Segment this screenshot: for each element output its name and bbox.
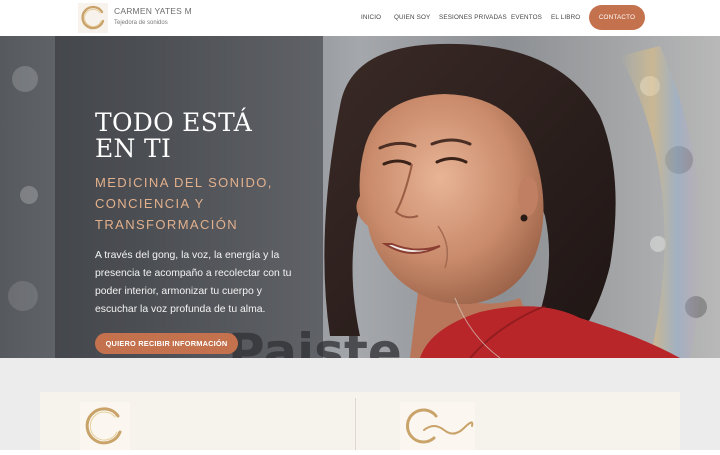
brand-tagline: Tejedora de sonidos [114,20,168,26]
service-card-1-image [80,402,130,450]
nav-item-quien-soy[interactable]: QUIEN SOY [394,14,430,21]
services-card [40,392,680,450]
nav-item-eventos[interactable]: EVENTOS [511,14,542,21]
hero-title: TODO ESTÁ EN TI [95,108,253,163]
contact-button[interactable]: CONTACTO [589,5,645,30]
nav-item-inicio[interactable]: INICIO [361,14,381,21]
gold-ring-wave-icon [405,408,474,444]
hero-subtitle: MEDICINA DEL SONIDO, CONCIENCIA Y TRANSF… [95,175,273,232]
site-header: CARMEN YATES M Tejedora de sonidos INICI… [0,0,720,36]
hero-description: A través del gong, la voz, la energía y … [95,250,292,315]
request-info-button[interactable]: QUIERO RECIBIR INFORMACIÓN [95,333,238,354]
gold-ring-icon [85,407,122,445]
hero-section: Paiste TODO ESTÁ EN TI MEDICINA DEL SONI… [0,36,720,358]
brand-logo[interactable] [78,3,108,33]
nav-item-el-libro[interactable]: EL LIBRO [551,14,580,21]
service-card-2-image [400,402,475,450]
nav-item-sesiones-privadas[interactable]: SESIONES PRIVADAS [439,14,507,21]
brand-name[interactable]: CARMEN YATES M [114,6,192,16]
gold-ring-icon [81,5,105,30]
card-divider [355,398,356,450]
